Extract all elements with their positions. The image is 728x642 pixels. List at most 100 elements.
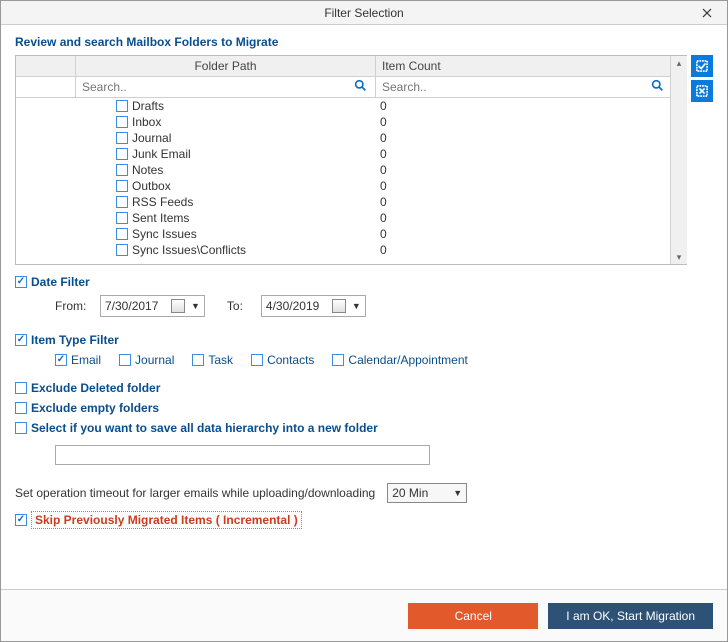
email-checkbox-wrap[interactable]: Email — [55, 353, 101, 367]
contacts-checkbox-wrap[interactable]: Contacts — [251, 353, 314, 367]
task-checkbox[interactable] — [192, 354, 204, 366]
page-title: Review and search Mailbox Folders to Mig… — [15, 35, 713, 49]
table-row[interactable]: Journal0 — [16, 130, 686, 146]
check-all-button[interactable] — [691, 55, 713, 77]
row-count: 0 — [376, 211, 686, 225]
window-title: Filter Selection — [324, 6, 403, 20]
date-filter-row: Date Filter — [15, 275, 713, 289]
row-checkbox[interactable] — [116, 180, 128, 192]
folder-name: Sent Items — [132, 211, 189, 225]
table-row[interactable]: Inbox0 — [16, 114, 686, 130]
calendar-icon[interactable] — [171, 299, 185, 313]
row-checkbox[interactable] — [116, 100, 128, 112]
item-types-row: Email Journal Task Contacts Calendar/App… — [55, 353, 713, 367]
row-checkbox[interactable] — [116, 244, 128, 256]
titlebar: Filter Selection — [1, 1, 727, 25]
table-row[interactable]: Drafts0 — [16, 98, 686, 114]
chevron-down-icon[interactable]: ▼ — [191, 301, 200, 311]
new-folder-input[interactable] — [55, 445, 430, 465]
table-row[interactable]: Notes 0 — [16, 162, 686, 178]
search-folder-path-input[interactable] — [80, 79, 350, 95]
date-filter-label: Date Filter — [31, 275, 90, 289]
skip-migrated-label: Skip Previously Migrated Items ( Increme… — [31, 511, 302, 529]
row-checkbox[interactable] — [116, 132, 128, 144]
date-filter-checkbox[interactable] — [15, 276, 27, 288]
row-count: 0 — [376, 227, 686, 241]
journal-checkbox-wrap[interactable]: Journal — [119, 353, 174, 367]
item-type-filter-row: Item Type Filter — [15, 333, 713, 347]
folder-name: Notes — [132, 163, 163, 177]
folder-grid: Folder Path Item Count — [15, 55, 687, 265]
grid-search-row — [16, 77, 686, 98]
calendar-icon[interactable] — [332, 299, 346, 313]
row-count: 0 — [376, 179, 686, 193]
scroll-down-icon[interactable]: ▾ — [671, 250, 687, 264]
journal-checkbox[interactable] — [119, 354, 131, 366]
table-row[interactable]: Sync Issues0 — [16, 226, 686, 242]
column-folder-path[interactable]: Folder Path — [76, 56, 376, 76]
row-checkbox[interactable] — [116, 196, 128, 208]
grid-scrollbar[interactable]: ▴ ▾ — [670, 56, 687, 264]
grid-header: Folder Path Item Count — [16, 56, 686, 77]
table-row[interactable]: Sync Issues\Conflicts0 — [16, 242, 686, 258]
row-checkbox[interactable] — [116, 212, 128, 224]
folder-name: Journal — [132, 131, 171, 145]
calendar-checkbox[interactable] — [332, 354, 344, 366]
grid-header-blank — [16, 56, 76, 76]
save-hierarchy-wrap[interactable]: Select if you want to save all data hier… — [15, 421, 713, 435]
table-row[interactable]: RSS Feeds0 — [16, 194, 686, 210]
skip-migrated-wrap[interactable]: Skip Previously Migrated Items ( Increme… — [15, 511, 302, 529]
row-checkbox[interactable] — [116, 148, 128, 160]
filter-selection-window: Filter Selection Review and search Mailb… — [0, 0, 728, 642]
close-button[interactable] — [687, 1, 727, 25]
search-icon[interactable] — [350, 79, 371, 95]
exclude-deleted-checkbox[interactable] — [15, 382, 27, 394]
search-count-wrap — [376, 77, 686, 97]
uncheck-all-icon — [696, 85, 708, 97]
contacts-checkbox[interactable] — [251, 354, 263, 366]
date-from-input[interactable]: 7/30/2017 ▼ — [100, 295, 205, 317]
timeout-row: Set operation timeout for larger emails … — [15, 483, 713, 503]
table-row[interactable]: Outbox 0 — [16, 178, 686, 194]
folder-name: Sync Issues\Conflicts — [132, 243, 246, 257]
folder-name: RSS Feeds — [132, 195, 193, 209]
row-checkbox[interactable] — [116, 228, 128, 240]
item-type-filter-checkbox-wrap[interactable]: Item Type Filter — [15, 333, 119, 347]
folder-name: Drafts — [132, 99, 164, 113]
timeout-label: Set operation timeout for larger emails … — [15, 486, 375, 500]
table-row[interactable]: Junk Email0 — [16, 146, 686, 162]
skip-migrated-checkbox[interactable] — [15, 514, 27, 526]
email-checkbox[interactable] — [55, 354, 67, 366]
scroll-track[interactable] — [671, 70, 687, 250]
item-type-filter-checkbox[interactable] — [15, 334, 27, 346]
exclude-empty-wrap[interactable]: Exclude empty folders — [15, 401, 713, 415]
magnifier-icon — [651, 79, 664, 92]
table-row[interactable]: Sent Items 0 — [16, 210, 686, 226]
row-checkbox[interactable] — [116, 164, 128, 176]
search-item-count-input[interactable] — [380, 79, 647, 95]
row-path: Sent Items — [76, 211, 376, 225]
start-migration-button[interactable]: I am OK, Start Migration — [548, 603, 713, 629]
date-filter-checkbox-wrap[interactable]: Date Filter — [15, 275, 90, 289]
row-path: Journal — [76, 131, 376, 145]
date-to-input[interactable]: 4/30/2019 ▼ — [261, 295, 366, 317]
exclude-deleted-wrap[interactable]: Exclude Deleted folder — [15, 381, 713, 395]
save-hierarchy-checkbox[interactable] — [15, 422, 27, 434]
check-all-icon — [696, 60, 708, 72]
exclude-empty-checkbox[interactable] — [15, 402, 27, 414]
cancel-button[interactable]: Cancel — [408, 603, 538, 629]
uncheck-all-button[interactable] — [691, 80, 713, 102]
folder-name: Outbox — [132, 179, 171, 193]
task-checkbox-wrap[interactable]: Task — [192, 353, 233, 367]
row-checkbox[interactable] — [116, 116, 128, 128]
timeout-select[interactable]: 20 Min ▼ — [387, 483, 467, 503]
column-item-count[interactable]: Item Count — [376, 56, 686, 76]
exclude-deleted-label: Exclude Deleted folder — [31, 381, 160, 395]
calendar-checkbox-wrap[interactable]: Calendar/Appointment — [332, 353, 467, 367]
grid-body[interactable]: Drafts0Inbox0Journal0Junk Email0Notes0Ou… — [16, 98, 686, 264]
row-count: 0 — [376, 147, 686, 161]
chevron-down-icon[interactable]: ▼ — [352, 301, 361, 311]
scroll-up-icon[interactable]: ▴ — [671, 56, 687, 70]
search-icon[interactable] — [647, 79, 668, 95]
row-count: 0 — [376, 163, 686, 177]
